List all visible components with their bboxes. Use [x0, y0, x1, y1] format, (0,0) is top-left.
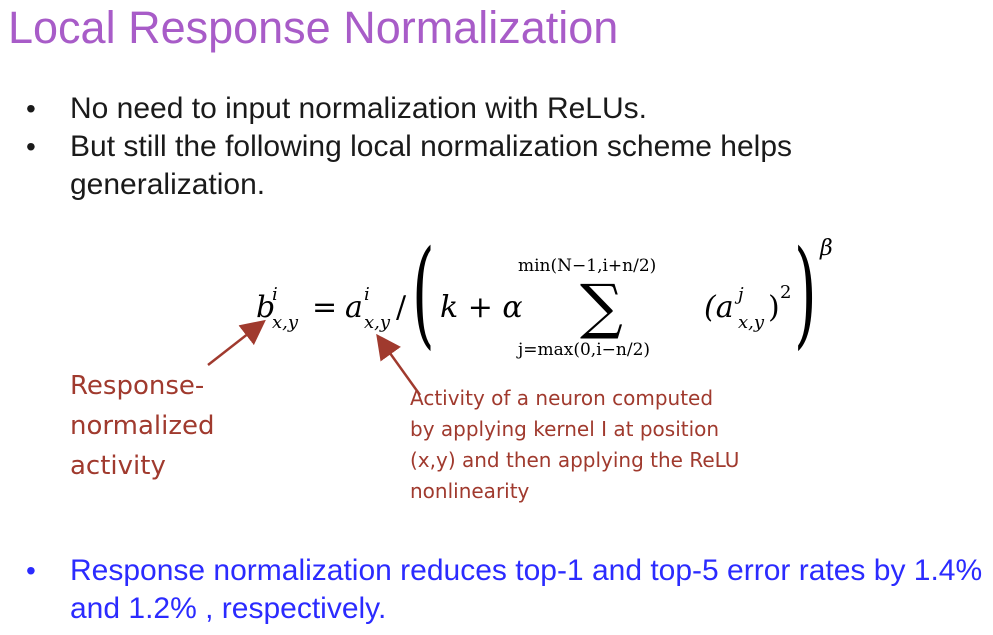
annotation-line: by applying kernel I at position [410, 417, 720, 441]
result-bullet: • Response normalization reduces top-1 a… [0, 552, 993, 628]
annotation-line: activity [70, 451, 166, 481]
annotation-line: (x,y) and then applying the ReLU [410, 448, 740, 472]
result-text: Response normalization reduces top-1 and… [70, 554, 983, 625]
bullet-dot: • [26, 555, 36, 586]
annotation-activity: Activity of a neuron computed by applyin… [410, 383, 739, 507]
arrow-to-b [207, 319, 266, 366]
annotation-line: Response- [70, 371, 205, 401]
annotation-line: nonlinearity [410, 479, 530, 503]
annotation-arrows [207, 319, 422, 396]
annotation-response-normalized: Response- normalized activity [70, 366, 214, 486]
annotation-line: normalized [70, 411, 215, 441]
annotation-line: Activity of a neuron computed [410, 386, 714, 410]
